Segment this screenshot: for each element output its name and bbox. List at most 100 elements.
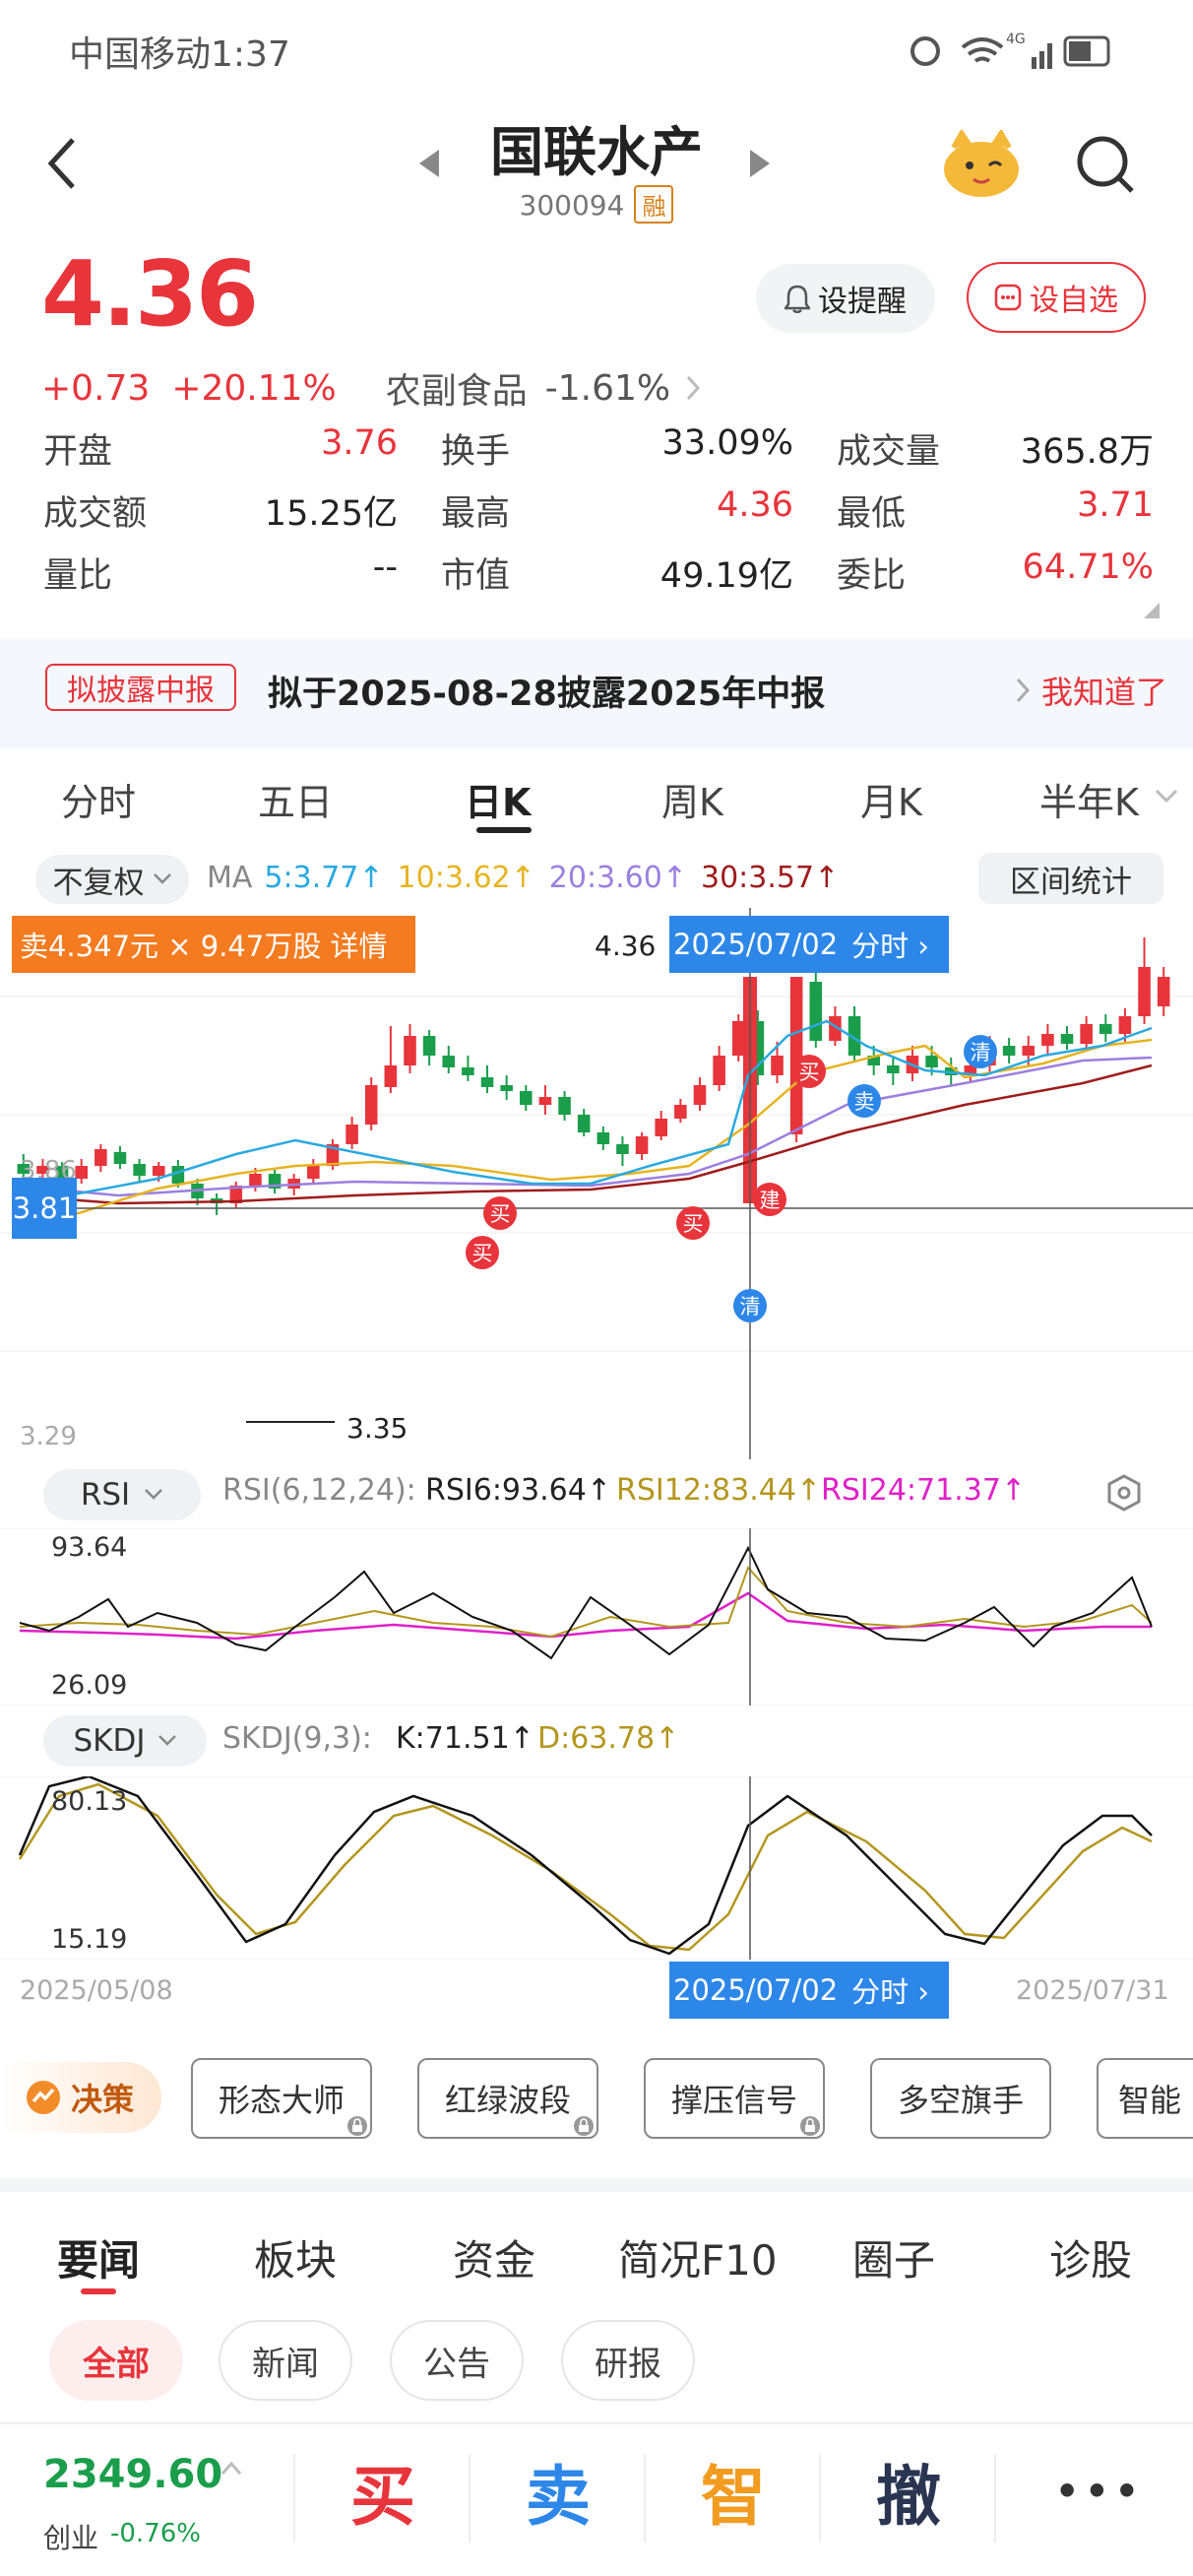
rsi24-value: RSI24:71.37↑ <box>821 1473 1027 1508</box>
settings-hex-icon[interactable] <box>1104 1473 1144 1513</box>
index-expand-icon[interactable] <box>220 2460 242 2476</box>
tab-week-k[interactable]: 周K <box>661 772 723 826</box>
candle-body <box>364 1085 378 1125</box>
subtab-all[interactable]: 全部 <box>49 2320 183 2401</box>
adjust-label: 不复权 <box>52 865 145 901</box>
sector-change: -1.61% <box>544 367 671 409</box>
notice-dismiss-button[interactable]: 我知道了 <box>1041 668 1167 713</box>
cursor-fenshi: 分时 › <box>851 930 929 963</box>
tool-label: 红绿波段 <box>444 2082 571 2119</box>
stat-label: 换手 <box>441 432 511 472</box>
sell-order-banner[interactable]: 卖4.347元 × 9.47万股 详情 <box>12 916 415 973</box>
rsi-chart[interactable] <box>0 1528 1193 1706</box>
subtab-announce[interactable]: 公告 <box>390 2320 524 2401</box>
skdj-select[interactable]: SKDJ <box>43 1715 207 1767</box>
skdj-header: SKDJ SKDJ(9,3): K:71.51↑ D:63.78↑ <box>0 1707 1193 1776</box>
mascot-icon[interactable] <box>940 130 1023 199</box>
expand-corner-icon[interactable] <box>1144 603 1160 618</box>
candle-body <box>307 1166 320 1179</box>
axis-bottom-label: 3.29 <box>20 1422 77 1451</box>
more-button[interactable]: ••• <box>1055 2470 1145 2513</box>
ma-legend: MA 5:3.77↑ 10:3.62↑ 20:3.60↑ 30:3.57↑ <box>207 861 839 895</box>
cancel-order-button[interactable]: 撤 <box>876 2444 941 2539</box>
decision-tag[interactable]: 决策 <box>0 2062 161 2133</box>
chevron-down-icon <box>157 1735 176 1746</box>
candle-body <box>249 1174 262 1186</box>
tool-long-short-flag[interactable]: 多空旗手 <box>870 2058 1051 2139</box>
margin-badge: 融 <box>634 185 674 224</box>
candle-body <box>422 1036 436 1056</box>
tabs-more-icon[interactable] <box>1154 788 1179 805</box>
tool-smart[interactable]: 智能 <box>1097 2058 1193 2139</box>
candle-body <box>809 982 823 1041</box>
search-icon[interactable] <box>1073 132 1138 197</box>
sector-chevron-icon <box>687 375 701 401</box>
tool-pattern-master[interactable]: 形态大师 <box>191 2058 372 2139</box>
next-stock-icon[interactable] <box>746 148 772 179</box>
buy-button[interactable]: 买 <box>350 2444 415 2539</box>
tab-daily-k[interactable]: 日K <box>465 772 531 826</box>
skdj-d-value: D:63.78↑ <box>537 1721 680 1756</box>
stat-value: 3.71 <box>1077 485 1154 525</box>
tab-month-k[interactable]: 月K <box>860 772 922 826</box>
tool-red-green-band[interactable]: 红绿波段 <box>417 2058 598 2139</box>
news-tab-funds[interactable]: 资金 <box>453 2227 535 2287</box>
news-tab-diagnose[interactable]: 诊股 <box>1049 2227 1132 2287</box>
lock-icon <box>574 2116 594 2136</box>
news-tab-f10[interactable]: 简况F10 <box>618 2227 778 2287</box>
stat-value: 64.71% <box>1022 547 1154 587</box>
date-start: 2025/05/08 <box>20 1975 173 2006</box>
subtab-news[interactable]: 新闻 <box>219 2320 352 2401</box>
network-type: 4G <box>1006 32 1026 47</box>
news-tab-headlines[interactable]: 要闻 <box>57 2227 140 2287</box>
news-tabs: 要闻 板块 资金 简况F10 圈子 诊股 <box>0 2206 1193 2304</box>
add-watchlist-label: 设自选 <box>1030 284 1118 318</box>
tool-support-resist[interactable]: 撑压信号 <box>644 2058 825 2139</box>
last-price: 4.36 <box>41 241 259 347</box>
rsi-select[interactable]: RSI <box>43 1469 201 1520</box>
price-change-pct: +20.11% <box>171 367 337 409</box>
cursor-date-bottom-box[interactable]: 2025/07/02 分时 › <box>669 1962 949 2019</box>
candle-body <box>384 1065 398 1087</box>
notice-text: 拟于2025-08-28披露2025年中报 <box>268 675 826 714</box>
news-tab-circle[interactable]: 圈子 <box>852 2227 935 2287</box>
tab-5day[interactable]: 五日 <box>258 772 333 826</box>
candle-body <box>887 1065 900 1073</box>
bottom-trade-bar: 2349.60 创业 -0.76% 买 卖 智 撤 ••• <box>0 2422 1193 2576</box>
add-watchlist-button[interactable]: 设自选 <box>967 262 1146 333</box>
news-tab-sector[interactable]: 板块 <box>254 2227 337 2287</box>
range-stats-button[interactable]: 区间统计 <box>978 853 1163 904</box>
tab-halfyear-k[interactable]: 半年K <box>1039 772 1139 826</box>
kline-chart[interactable]: 买买买买卖清建清 <box>0 908 1193 1459</box>
smart-button[interactable]: 智 <box>701 2444 766 2539</box>
sell-button[interactable]: 卖 <box>526 2444 591 2539</box>
active-tab-indicator <box>476 827 532 833</box>
divider <box>469 2454 471 2543</box>
candle-body <box>462 1067 474 1075</box>
skdj-chip-label: SKDJ <box>73 1723 146 1759</box>
candle-body <box>1138 967 1151 1016</box>
sector-name[interactable]: 农副食品 <box>386 362 528 414</box>
stat-label: 量比 <box>43 556 113 596</box>
divider <box>644 2454 646 2543</box>
strategy-toolbar: 决策 形态大师 红绿波段 撑压信号 多空旗手 智能 <box>0 2048 1193 2147</box>
signal-badge-text: 卖 <box>854 1090 875 1114</box>
candle-body <box>1002 1046 1016 1056</box>
skdj-chart[interactable] <box>0 1776 1193 1960</box>
decision-label: 决策 <box>71 2081 135 2118</box>
index-value[interactable]: 2349.60 <box>43 2452 222 2497</box>
high-price-label: 4.36 <box>595 930 657 962</box>
signal-badge-text: 清 <box>971 1041 991 1064</box>
stat-label: 成交额 <box>43 494 148 534</box>
divider <box>819 2454 821 2543</box>
divider <box>994 2454 996 2543</box>
cursor-date-box[interactable]: 2025/07/02 分时 › <box>669 916 949 973</box>
tab-fenshi[interactable]: 分时 <box>61 772 136 826</box>
candle-body <box>442 1056 456 1067</box>
rsi-top-label: 93.64 <box>51 1532 128 1563</box>
candle-body <box>1118 1016 1132 1034</box>
subtab-research[interactable]: 研报 <box>561 2320 695 2401</box>
set-alert-button[interactable]: 设提醒 <box>756 264 935 333</box>
adjust-select[interactable]: 不复权 <box>35 855 189 904</box>
candle-body <box>113 1152 127 1164</box>
